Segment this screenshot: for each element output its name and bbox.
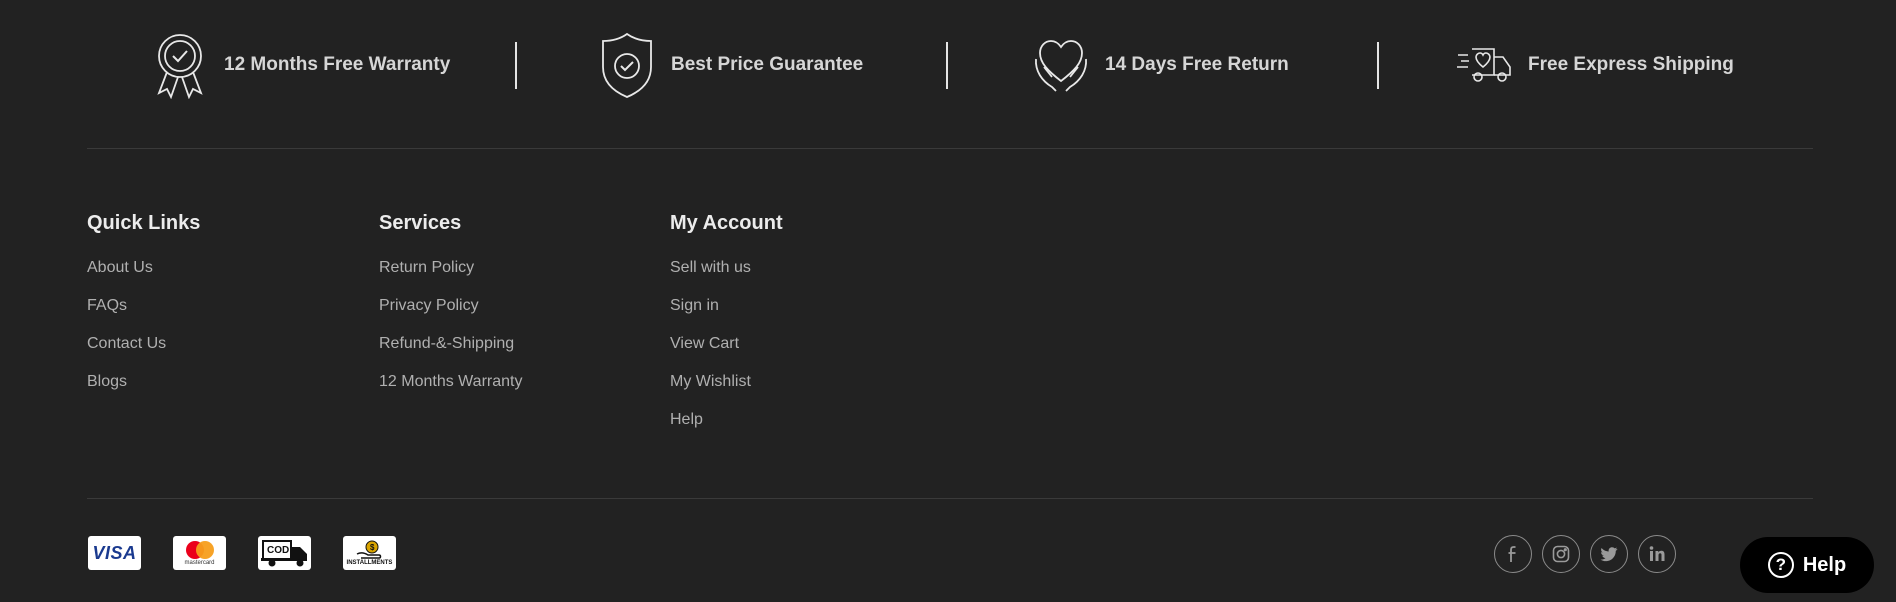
- feature-label: Best Price Guarantee: [671, 54, 864, 75]
- visa-icon: VISA: [88, 536, 141, 570]
- help-button[interactable]: ? Help: [1740, 537, 1874, 593]
- help-question-icon: ?: [1767, 552, 1794, 578]
- link-help[interactable]: Help: [670, 411, 703, 428]
- column-title: Quick Links: [87, 212, 201, 234]
- link-my-wishlist[interactable]: My Wishlist: [670, 373, 751, 390]
- link-sell-with-us[interactable]: Sell with us: [670, 259, 751, 276]
- feature-label: Free Express Shipping: [1528, 54, 1734, 75]
- link-blogs[interactable]: Blogs: [87, 373, 127, 390]
- feature-label: 14 Days Free Return: [1105, 54, 1289, 75]
- divider: [515, 42, 517, 89]
- shield-check-icon: [597, 30, 657, 100]
- link-return-policy[interactable]: Return Policy: [379, 259, 474, 276]
- cod-truck-icon: COD: [258, 536, 311, 570]
- link-refund-shipping[interactable]: Refund-&-Shipping: [379, 335, 514, 352]
- feature-express-shipping: Free Express Shipping: [1454, 30, 1734, 100]
- svg-text:COD: COD: [267, 545, 289, 556]
- installments-icon: $ INSTALLMENTS: [343, 536, 396, 570]
- link-12-months-warranty[interactable]: 12 Months Warranty: [379, 373, 522, 390]
- link-faqs[interactable]: FAQs: [87, 297, 127, 314]
- link-view-cart[interactable]: View Cart: [670, 335, 739, 352]
- heart-hands-icon: [1031, 30, 1091, 100]
- instagram-icon[interactable]: [1542, 535, 1580, 573]
- link-about-us[interactable]: About Us: [87, 259, 153, 276]
- divider-line: [87, 498, 1813, 499]
- column-my-account: My Account Sell with us Sign in View Car…: [670, 210, 783, 448]
- divider-line: [87, 148, 1813, 149]
- feature-best-price: Best Price Guarantee: [597, 30, 863, 100]
- column-services: Services Return Policy Privacy Policy Re…: [379, 210, 522, 410]
- svg-text:$: $: [370, 543, 375, 552]
- link-sign-in[interactable]: Sign in: [670, 297, 719, 314]
- column-title: Services: [379, 212, 462, 234]
- feature-warranty: 12 Months Free Warranty: [150, 30, 450, 100]
- help-label: Help: [1802, 553, 1847, 576]
- link-contact-us[interactable]: Contact Us: [87, 335, 166, 352]
- twitter-icon[interactable]: [1590, 535, 1628, 573]
- features-strip: 12 Months Free Warranty Best Price Guara…: [0, 0, 1896, 120]
- facebook-icon[interactable]: [1494, 535, 1532, 573]
- social-links: [1494, 535, 1686, 573]
- divider: [1377, 42, 1379, 89]
- payment-methods: VISA mastercard COD $ INSTALLMENTS: [88, 536, 428, 570]
- award-ribbon-icon: [150, 30, 210, 100]
- column-quick-links: Quick Links About Us FAQs Contact Us Blo…: [87, 210, 200, 410]
- feature-label: 12 Months Free Warranty: [224, 54, 451, 75]
- divider: [946, 42, 948, 89]
- delivery-truck-icon: [1454, 30, 1514, 100]
- link-privacy-policy[interactable]: Privacy Policy: [379, 297, 479, 314]
- feature-free-return: 14 Days Free Return: [1031, 30, 1289, 100]
- linkedin-icon[interactable]: [1638, 535, 1676, 573]
- column-title: My Account: [670, 212, 783, 234]
- mastercard-icon: mastercard: [173, 536, 226, 570]
